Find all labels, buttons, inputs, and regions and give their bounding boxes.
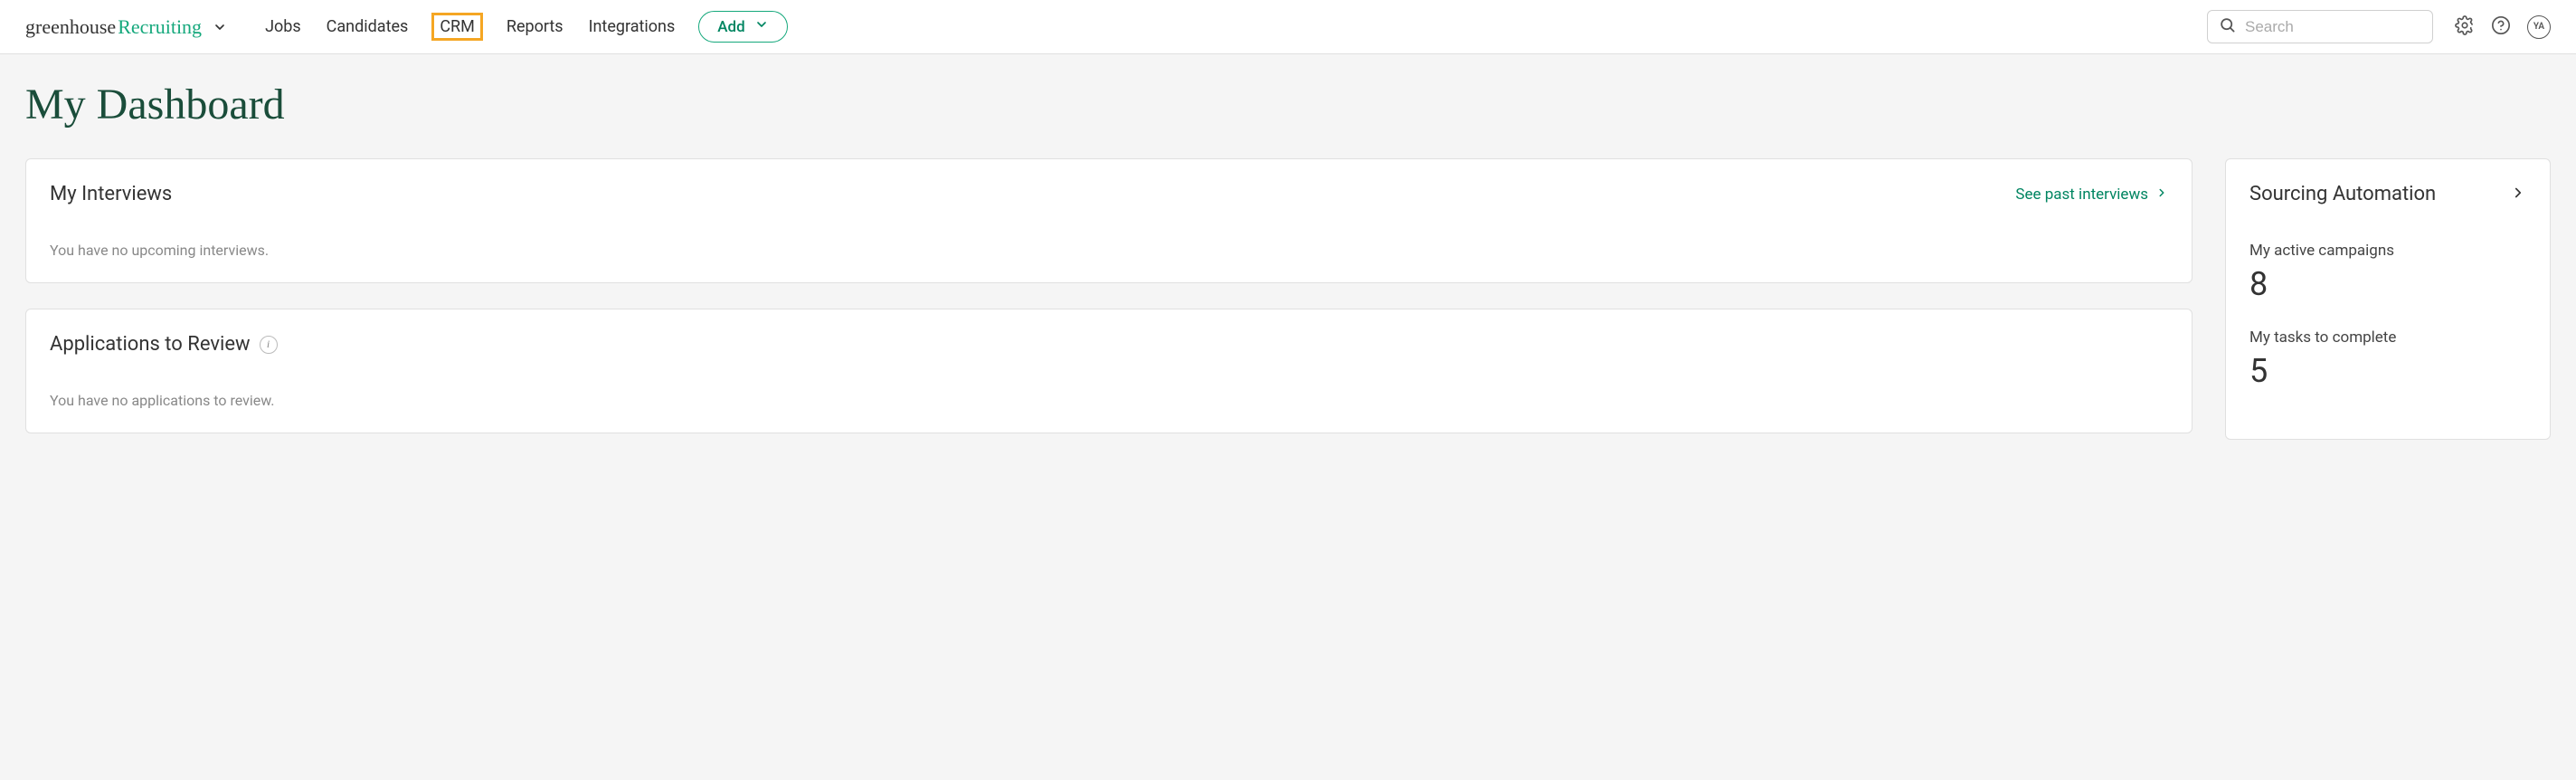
search-box[interactable] [2207,10,2433,43]
active-campaigns-label: My active campaigns [2249,242,2526,260]
card-header: My Interviews See past interviews [50,183,2168,205]
chevron-right-icon [2510,185,2526,205]
chevron-down-icon [213,20,227,34]
interviews-empty-text: You have no upcoming interviews. [50,242,2168,259]
chevron-right-icon [2155,185,2168,204]
user-avatar[interactable]: YA [2527,15,2551,39]
card-title: Applications to Review i [50,333,278,356]
gear-icon [2455,15,2475,39]
logo-text-dark: greenhouse [25,15,116,38]
dashboard-layout: My Interviews See past interviews You ha… [25,158,2551,440]
applications-to-review-card: Applications to Review i You have no app… [25,309,2192,433]
help-icon [2491,15,2511,39]
sourcing-card-header[interactable]: Sourcing Automation [2249,183,2526,205]
main-column: My Interviews See past interviews You ha… [25,158,2192,433]
card-title: Sourcing Automation [2249,183,2436,205]
tasks-to-complete-value: 5 [2249,352,2526,390]
chevron-down-icon [754,17,769,36]
tasks-to-complete-label: My tasks to complete [2249,328,2526,347]
my-interviews-card: My Interviews See past interviews You ha… [25,158,2192,283]
topbar-actions: YA [2455,15,2551,39]
card-header: Applications to Review i [50,333,2168,356]
add-button[interactable]: Add [698,11,787,43]
nav-integrations[interactable]: Integrations [587,14,677,40]
settings-button[interactable] [2455,15,2475,39]
top-navigation-bar: greenhouseRecruiting Jobs Candidates CRM… [0,0,2576,54]
logo-text-accent: Recruiting [118,15,202,38]
nav-crm[interactable]: CRM [431,13,483,41]
avatar-initials: YA [2533,22,2544,32]
logo-dropdown[interactable]: greenhouseRecruiting [25,15,227,39]
nav-jobs[interactable]: Jobs [263,14,303,40]
search-icon [2219,16,2236,37]
nav-reports[interactable]: Reports [505,14,565,40]
applications-empty-text: You have no applications to review. [50,392,2168,409]
search-input[interactable] [2245,18,2421,36]
link-label: See past interviews [2015,185,2148,204]
active-campaigns-value: 8 [2249,265,2526,303]
page-title: My Dashboard [25,80,2551,129]
card-title-text: Applications to Review [50,333,251,356]
card-title: My Interviews [50,183,172,205]
sourcing-automation-card: Sourcing Automation My active campaigns … [2225,158,2551,440]
primary-nav: Jobs Candidates CRM Reports Integrations [263,13,677,41]
add-button-label: Add [717,18,744,36]
see-past-interviews-link[interactable]: See past interviews [2015,185,2168,204]
page-body: My Dashboard My Interviews See past inte… [0,54,2576,465]
nav-candidates[interactable]: Candidates [325,14,411,40]
info-icon[interactable]: i [260,336,278,354]
side-column: Sourcing Automation My active campaigns … [2225,158,2551,440]
help-button[interactable] [2491,15,2511,39]
